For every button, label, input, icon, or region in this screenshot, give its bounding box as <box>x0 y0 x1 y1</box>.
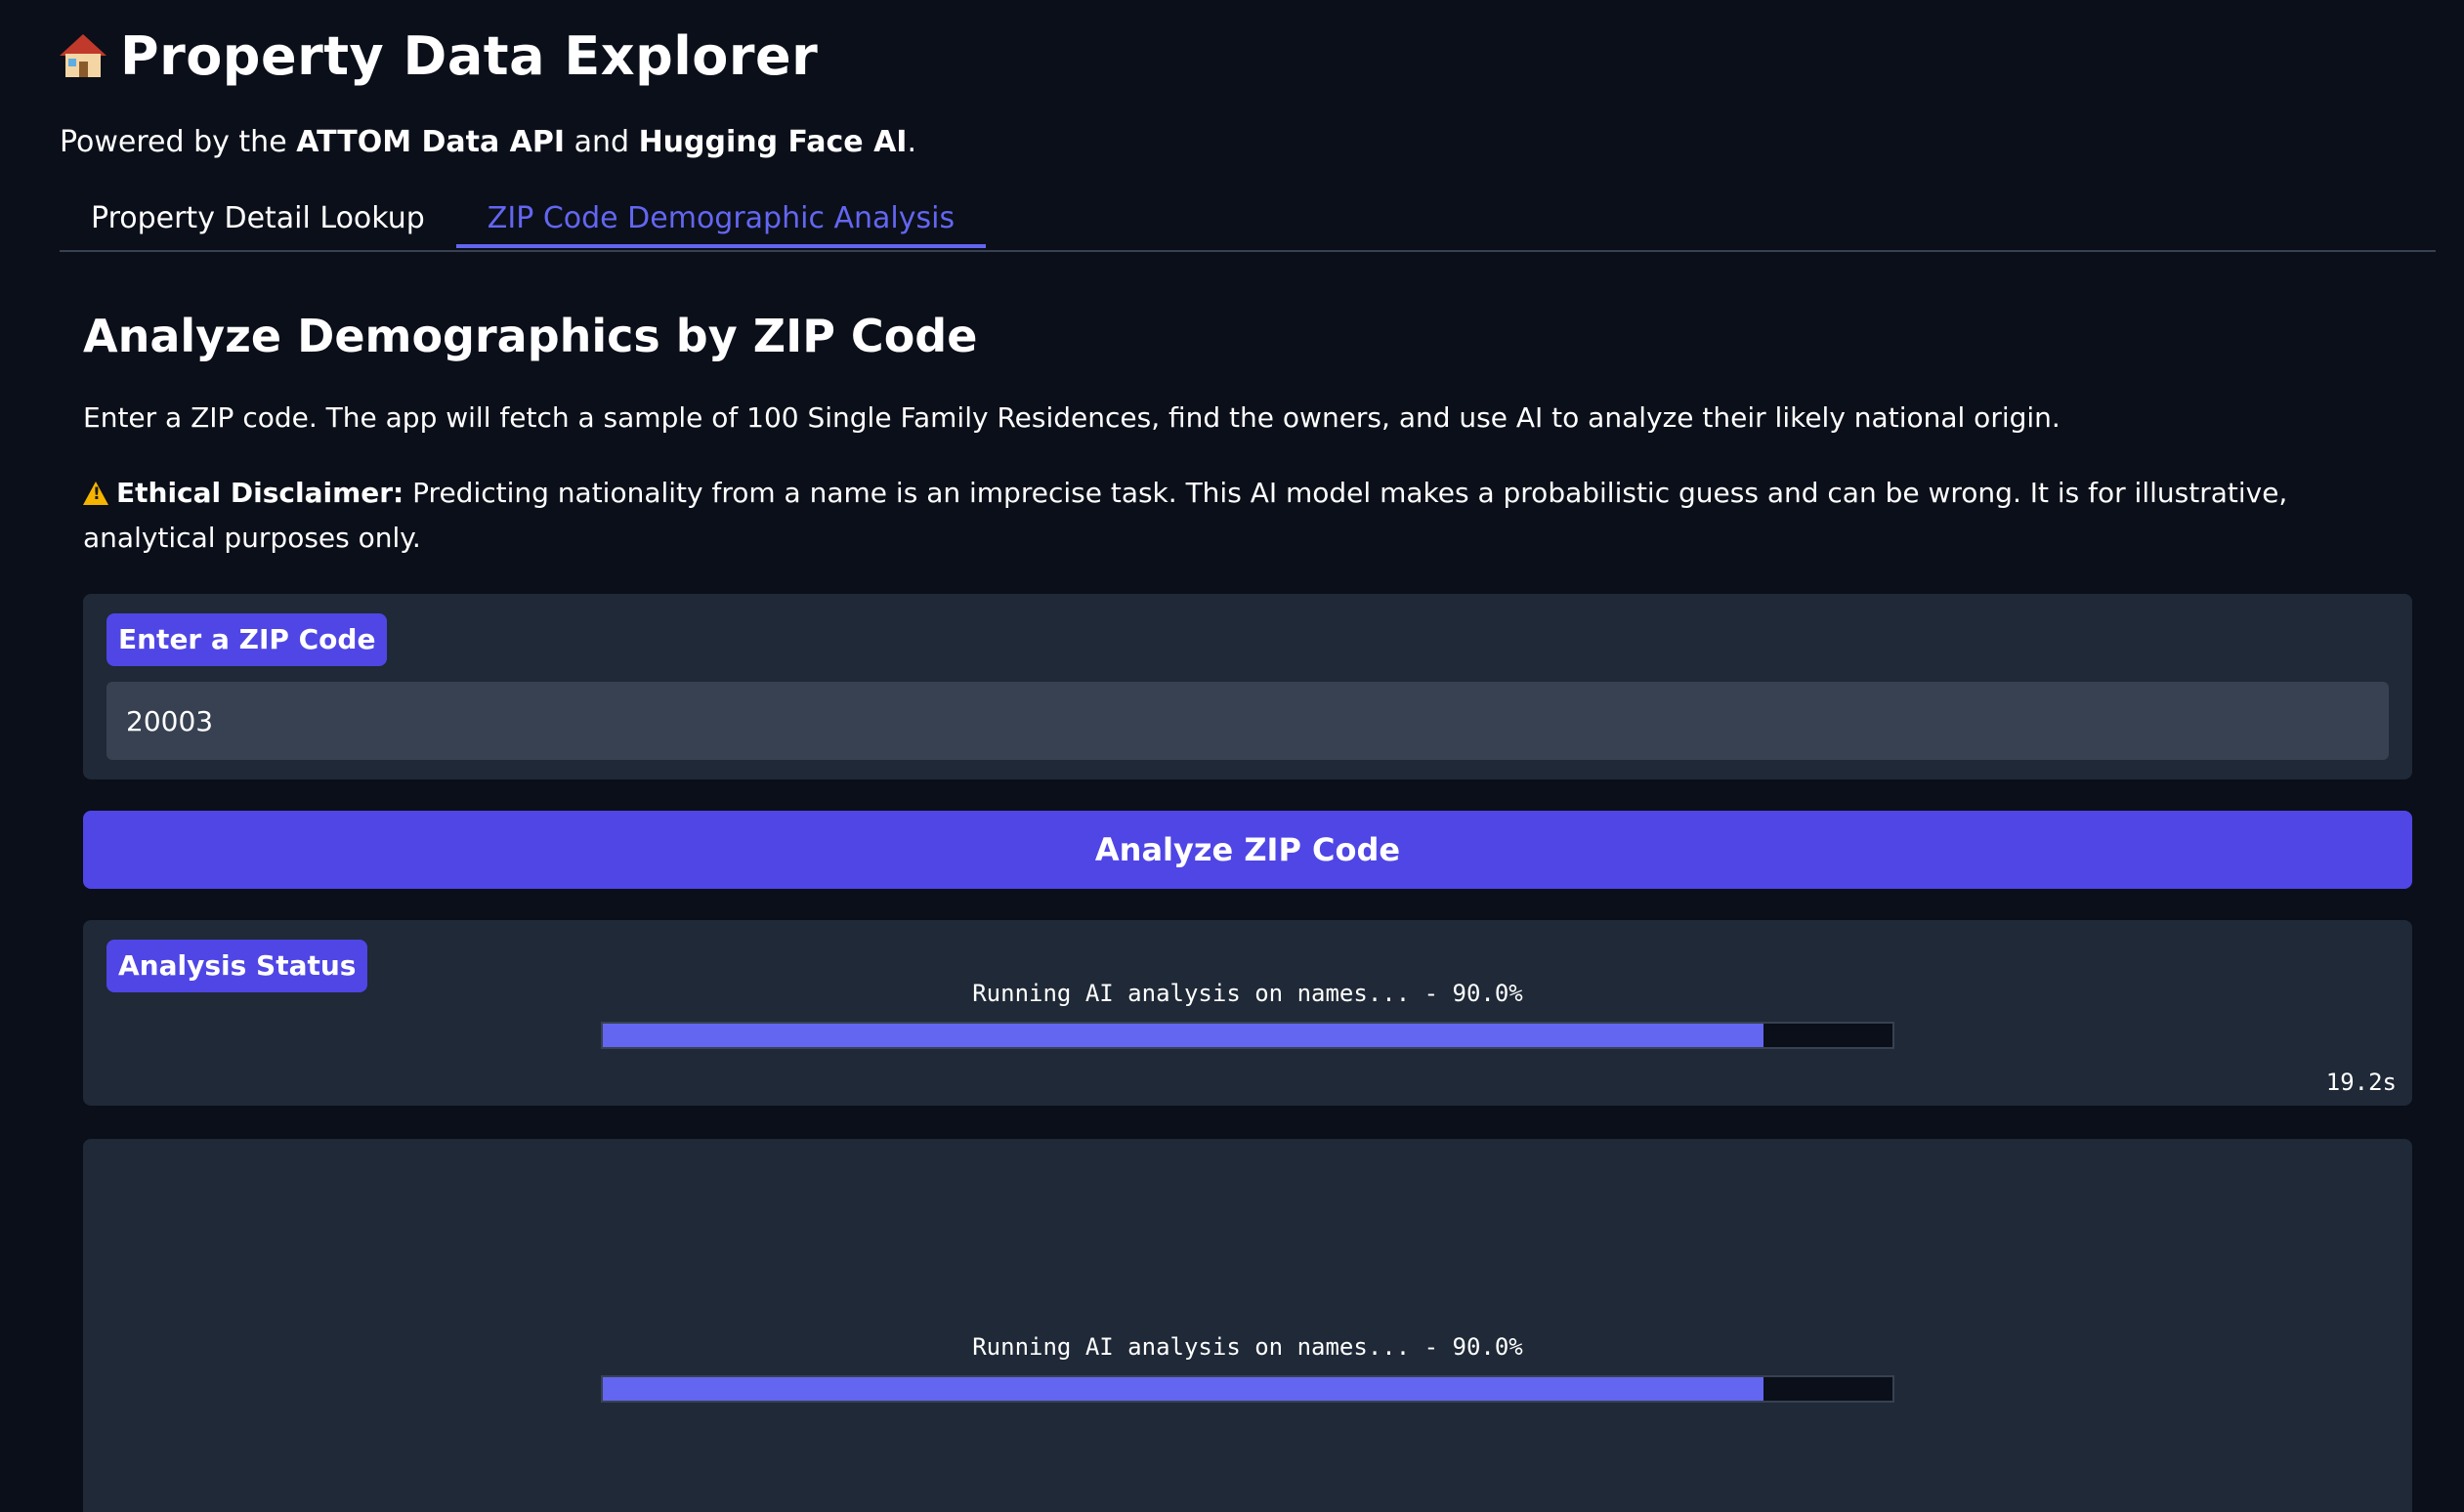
subtitle-suffix: . <box>907 125 917 159</box>
section-heading: Analyze Demographics by ZIP Code <box>83 310 978 362</box>
analyze-zip-button[interactable]: Analyze ZIP Code <box>83 811 2412 889</box>
status-progress-text: Running AI analysis on names... - 90.0% <box>972 980 1523 1007</box>
subtitle-ai-name: Hugging Face AI <box>638 125 908 159</box>
status-progress-fill <box>603 1024 1763 1047</box>
tab-bar: Property Detail Lookup ZIP Code Demograp… <box>60 191 2436 252</box>
disclaimer-text: Predicting nationality from a name is an… <box>83 477 2288 554</box>
warning-icon <box>83 482 108 505</box>
section-description: Enter a ZIP code. The app will fetch a s… <box>83 401 2060 434</box>
app-subtitle: Powered by the ATTOM Data API and Huggin… <box>60 121 916 164</box>
app-page: Property Data Explorer Powered by the AT… <box>0 0 2464 1512</box>
output-progress-track <box>601 1375 1894 1403</box>
status-progress-track <box>601 1022 1894 1049</box>
analysis-output-panel: Running AI analysis on names... - 90.0% <box>83 1139 2412 1512</box>
zip-input-panel: Enter a ZIP Code <box>83 594 2412 779</box>
disclaimer-label: Ethical Disclaimer: <box>116 477 404 509</box>
ethical-disclaimer: Ethical Disclaimer: Predicting nationali… <box>83 471 2408 561</box>
subtitle-api-name: ATTOM Data API <box>296 125 566 159</box>
output-progress-text: Running AI analysis on names... - 90.0% <box>972 1333 1523 1361</box>
elapsed-time: 19.2s <box>2325 1069 2397 1096</box>
analysis-status-label: Analysis Status <box>106 940 368 992</box>
subtitle-middle: and <box>565 125 639 159</box>
tab-property-detail-lookup[interactable]: Property Detail Lookup <box>60 191 456 248</box>
output-progress-fill <box>603 1377 1763 1401</box>
app-title: Property Data Explorer <box>60 21 818 90</box>
zip-input-label: Enter a ZIP Code <box>106 613 388 666</box>
status-progress: Running AI analysis on names... - 90.0% <box>601 977 1894 1049</box>
output-progress: Running AI analysis on names... - 90.0% <box>601 1330 1894 1403</box>
zip-input[interactable] <box>106 682 2389 760</box>
tab-zip-demographic-analysis[interactable]: ZIP Code Demographic Analysis <box>455 191 987 248</box>
app-title-text: Property Data Explorer <box>120 24 819 87</box>
analysis-status-panel: Analysis Status Running AI analysis on n… <box>83 920 2412 1106</box>
subtitle-prefix: Powered by the <box>60 125 297 159</box>
house-icon <box>60 32 106 79</box>
